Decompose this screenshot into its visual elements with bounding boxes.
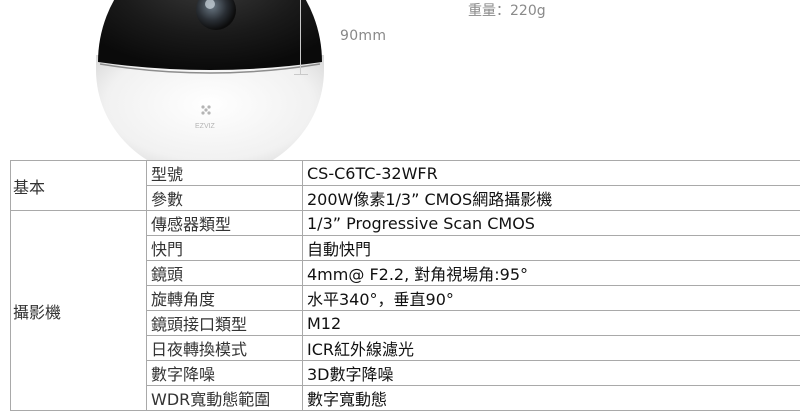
ezviz-logo-text: EZVIZ [195, 123, 216, 130]
spec-label: 旋轉角度 [147, 286, 303, 311]
spec-value: ICR紅外線濾光 [303, 336, 800, 361]
spec-value: CS-C6TC-32WFR [303, 161, 800, 186]
spec-label: 鏡頭 [147, 261, 303, 286]
table-row: 攝影機 傳感器類型 1/3” Progressive Scan CMOS [11, 211, 800, 236]
spec-value: 數字寬動態 [303, 386, 800, 411]
spec-label: 數字降噪 [147, 361, 303, 386]
spec-label: 鏡頭接口類型 [147, 311, 303, 336]
dimension-line [300, 0, 301, 75]
camera-image: EZVIZ [90, 0, 330, 160]
category-basic: 基本 [11, 161, 147, 211]
spec-value: M12 [303, 311, 800, 336]
spec-value: 1/3” Progressive Scan CMOS [303, 211, 800, 236]
spec-value: 自動快門 [303, 236, 800, 261]
spec-label: 傳感器類型 [147, 211, 303, 236]
spec-value: 200W像素1/3” CMOS網路攝影機 [303, 186, 800, 211]
spec-label: WDR寬動態範圍 [147, 386, 303, 411]
spec-label: 型號 [147, 161, 303, 186]
dimension-tick [294, 74, 308, 75]
spec-label: 日夜轉換模式 [147, 336, 303, 361]
spec-label: 快門 [147, 236, 303, 261]
weight-label: 重量：220g [468, 0, 546, 20]
spec-label: 參數 [147, 186, 303, 211]
table-row: 基本 型號 CS-C6TC-32WFR [11, 161, 800, 186]
product-image-area: EZVIZ 90mm 重量：220g [0, 0, 800, 160]
dimension-label: 90mm [340, 28, 386, 44]
spec-value: 水平340°，垂直90° [303, 286, 800, 311]
spec-table: 基本 型號 CS-C6TC-32WFR 參數 200W像素1/3” CMOS網路… [10, 160, 800, 411]
category-camera: 攝影機 [11, 211, 147, 411]
spec-value: 4mm@ F2.2, 對角視場角:95° [303, 261, 800, 286]
spec-value: 3D數字降噪 [303, 361, 800, 386]
